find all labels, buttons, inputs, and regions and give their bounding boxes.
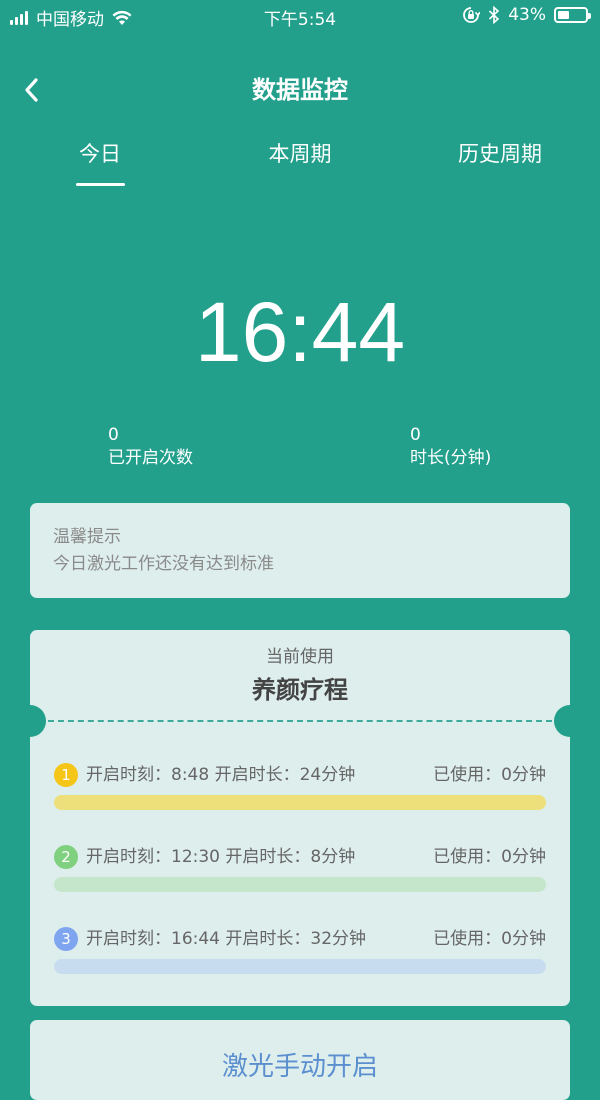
course-title: 养颜疗程 xyxy=(252,676,348,704)
session-used: 已使用：0分钟 xyxy=(433,847,546,867)
tab-today[interactable]: 今日 xyxy=(25,138,175,170)
manual-laser-start-label: 激光手动开启 xyxy=(221,1052,378,1082)
tip-text: 今日激光工作还没有达到标准 xyxy=(53,554,274,574)
bluetooth-icon xyxy=(489,6,500,24)
card-notch-left xyxy=(14,705,46,737)
duration-stat: 0 时长(分钟) xyxy=(410,424,491,470)
open-count-label: 已开启次数 xyxy=(108,448,193,468)
tab-this-cycle[interactable]: 本周期 xyxy=(225,138,375,170)
open-count-stat: 0 已开启次数 xyxy=(108,424,193,470)
session-item: 1 开启时刻：8:48 开启时长：24分钟 已使用：0分钟 xyxy=(54,762,546,810)
duration-label: 时长(分钟) xyxy=(410,448,492,468)
session-used: 已使用：0分钟 xyxy=(433,765,546,785)
orientation-lock-icon xyxy=(463,7,481,23)
card-notch-right xyxy=(554,705,586,737)
session-info: 开启时刻：8:48 开启时长：24分钟 xyxy=(86,765,356,785)
battery-icon xyxy=(554,7,591,23)
active-tab-indicator xyxy=(76,183,125,186)
current-time-display: 16:44 xyxy=(194,285,406,379)
card-divider xyxy=(48,720,552,722)
session-progress-bar xyxy=(54,877,546,892)
session-number-badge: 3 xyxy=(54,927,78,951)
session-progress-bar xyxy=(54,795,546,810)
session-item: 3 开启时刻：16:44 开启时长：32分钟 已使用：0分钟 xyxy=(54,926,546,974)
open-count-value: 0 xyxy=(108,425,119,445)
tip-title: 温馨提示 xyxy=(53,527,121,547)
session-item: 2 开启时刻：12:30 开启时长：8分钟 已使用：0分钟 xyxy=(54,844,546,892)
session-info: 开启时刻：16:44 开启时长：32分钟 xyxy=(86,929,367,949)
course-card: 当前使用 养颜疗程 1 开启时刻：8:48 开启时长：24分钟 已使用：0分钟 … xyxy=(30,630,570,1006)
tip-card: 温馨提示 今日激光工作还没有达到标准 xyxy=(30,503,570,598)
session-number-badge: 1 xyxy=(54,763,78,787)
duration-value: 0 xyxy=(410,425,421,445)
session-used: 已使用：0分钟 xyxy=(433,929,546,949)
status-bar: 中国移动 下午5:54 43% xyxy=(0,0,600,32)
course-subtitle: 当前使用 xyxy=(266,647,334,667)
session-info: 开启时刻：12:30 开启时长：8分钟 xyxy=(86,847,356,867)
battery-percent: 43% xyxy=(508,5,546,25)
session-progress-bar xyxy=(54,959,546,974)
page-title: 数据监控 xyxy=(252,76,348,104)
manual-laser-start-button[interactable]: 激光手动开启 xyxy=(30,1020,570,1100)
session-number-badge: 2 xyxy=(54,845,78,869)
tab-history-cycles[interactable]: 历史周期 xyxy=(425,138,575,170)
